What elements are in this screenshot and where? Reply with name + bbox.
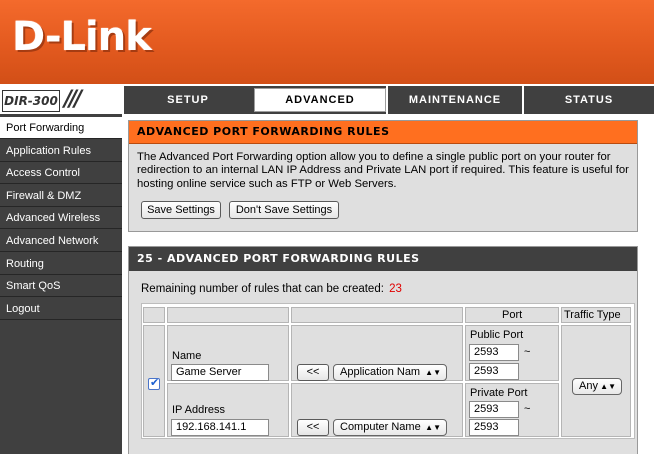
public-port-label: Public Port [470,329,524,341]
traffic-type-select[interactable]: Any ▲▼ [572,378,622,395]
port-header-label: Port [502,309,523,321]
select-arrows-icon: ▲▼ [600,382,616,391]
sidebar-item-smart-qos[interactable]: Smart QoS [0,275,122,297]
traffic-type-header: Traffic Type [561,307,631,323]
computer-cell: << Computer Name ▲▼ [291,383,463,437]
remaining-rules: Remaining number of rules that can be cr… [141,283,402,295]
name-cell: Name Game Server [167,325,289,381]
dont-save-settings-button[interactable]: Don't Save Settings [229,201,339,219]
apply-computer-button[interactable]: << [297,419,329,436]
apply-application-button[interactable]: << [297,364,329,381]
private-port-label: Private Port [470,387,528,399]
slash-decoration-icon: /// [64,87,82,112]
name-input[interactable]: Game Server [171,364,269,381]
remaining-count: 23 [389,283,402,295]
rules-panel: 25 - ADVANCED PORT FORWARDING RULES Rema… [128,246,638,454]
rule-enable-cell: ✔ [143,325,165,437]
select-arrows-icon: ▲▼ [425,423,441,432]
private-port-cell: Private Port 2593 ~ 2593 [465,383,559,437]
traffic-type-header-label: Traffic Type [564,309,621,321]
private-port-start-input[interactable]: 2593 [469,401,519,418]
ip-address-label: IP Address [172,404,225,416]
tab-setup[interactable]: SETUP [124,86,252,114]
table-header-cell [291,307,463,323]
sidebar-item-advanced-network[interactable]: Advanced Network [0,230,122,252]
sidebar: Port Forwarding Application Rules Access… [0,114,122,454]
sidebar-item-firewall-dmz[interactable]: Firewall & DMZ [0,185,122,207]
range-separator: ~ [524,346,531,358]
sidebar-item-access-control[interactable]: Access Control [0,162,122,184]
application-cell: << Application Nam ▲▼ [291,325,463,381]
model-badge: DIR-300 /// [0,86,123,114]
table-header-cell [143,307,165,323]
save-settings-button[interactable]: Save Settings [141,201,221,219]
port-header: Port [465,307,559,323]
sidebar-item-application-rules[interactable]: Application Rules [0,140,122,162]
rules-table: Port Traffic Type ✔ Name Game Server << … [141,303,635,439]
model-label: DIR-300 [2,90,60,112]
select-arrows-icon: ▲▼ [425,368,441,377]
application-name-select[interactable]: Application Nam ▲▼ [333,364,447,381]
section-title: ADVANCED PORT FORWARDING RULES [129,121,637,144]
check-icon: ✔ [150,376,160,389]
sidebar-item-logout[interactable]: Logout [0,298,122,320]
tab-maintenance[interactable]: MAINTENANCE [388,86,522,114]
rule-enable-checkbox[interactable]: ✔ [148,376,160,390]
computer-name-select[interactable]: Computer Name ▲▼ [333,419,447,436]
public-port-end-input[interactable]: 2593 [469,363,519,380]
dlink-logo: D-Link [12,14,152,60]
traffic-type-cell: Any ▲▼ [561,325,631,437]
header-banner: D-Link [0,0,654,84]
ip-cell: IP Address 192.168.141.1 [167,383,289,437]
public-port-start-input[interactable]: 2593 [469,344,519,361]
table-header-cell [167,307,289,323]
private-port-end-input[interactable]: 2593 [469,419,519,436]
sidebar-item-advanced-wireless[interactable]: Advanced Wireless [0,207,122,229]
sidebar-item-port-forwarding[interactable]: Port Forwarding [0,117,122,139]
info-panel: ADVANCED PORT FORWARDING RULES The Advan… [128,120,638,232]
range-separator: ~ [524,403,531,415]
public-port-cell: Public Port 2593 ~ 2593 [465,325,559,381]
tab-status[interactable]: STATUS [524,86,654,114]
ip-address-input[interactable]: 192.168.141.1 [171,419,269,436]
name-label: Name [172,350,202,362]
tab-advanced[interactable]: ADVANCED [254,88,386,112]
remaining-label: Remaining number of rules that can be cr… [141,283,384,295]
section-description: The Advanced Port Forwarding option allo… [137,151,629,190]
rules-title: 25 - ADVANCED PORT FORWARDING RULES [129,247,637,271]
sidebar-item-routing[interactable]: Routing [0,253,122,275]
